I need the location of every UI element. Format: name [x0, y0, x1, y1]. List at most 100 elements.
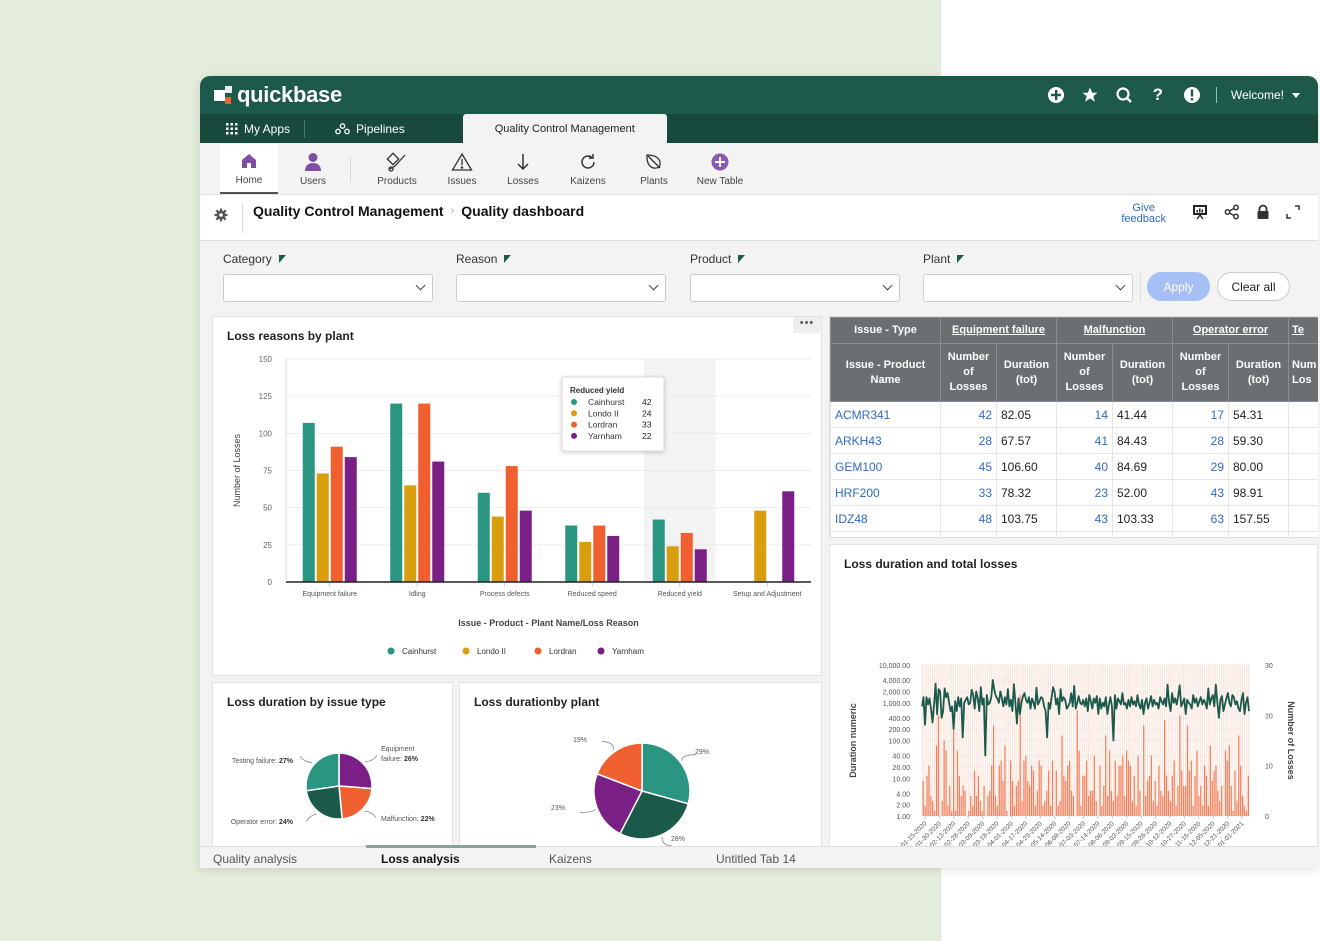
bar-background	[970, 665, 972, 816]
clear-all-button[interactable]: Clear all	[1217, 272, 1290, 301]
loss-bar	[1150, 755, 1153, 816]
star-icon[interactable]	[1080, 85, 1100, 105]
loss-bar	[968, 810, 970, 816]
loss-count-link[interactable]: 63	[1172, 505, 1229, 532]
table-issues[interactable]: Issues	[435, 144, 489, 194]
duration-cell: 82.05	[996, 401, 1057, 428]
tab-untitled-14[interactable]: Untitled Tab 14	[716, 852, 796, 866]
table-kaizens[interactable]: Kaizens	[557, 144, 619, 194]
quickbase-logo[interactable]: quickbase	[214, 82, 342, 108]
search-icon[interactable]	[1114, 85, 1134, 105]
loss-count-link[interactable]: 29	[1172, 453, 1229, 480]
user-menu[interactable]: Welcome!	[1231, 88, 1300, 102]
bar-background	[975, 665, 977, 816]
table-losses[interactable]: Losses	[489, 144, 557, 194]
column-header[interactable]: Number of Losses	[940, 343, 997, 402]
filter-bar: Category Reason Product Plant Apply Clea…	[200, 250, 1318, 312]
table-home[interactable]: Home	[220, 144, 278, 194]
apply-button[interactable]: Apply	[1147, 272, 1210, 301]
bar-background	[1006, 665, 1008, 816]
help-icon[interactable]: ?	[1148, 85, 1168, 105]
bar-londo-ii	[754, 510, 767, 582]
category-select[interactable]	[223, 274, 433, 302]
tab-kaizens[interactable]: Kaizens	[549, 852, 592, 866]
loss-bar	[1194, 775, 1196, 816]
product-name-link[interactable]: ARKH43	[830, 427, 941, 454]
bar-background	[972, 665, 974, 816]
alert-icon[interactable]	[1182, 85, 1202, 105]
column-group-malfunction[interactable]: Malfunction	[1056, 317, 1173, 344]
bar-background	[1008, 665, 1010, 816]
loss-count-link[interactable]: 33	[940, 479, 997, 506]
bar-background	[1106, 665, 1108, 816]
product-name-link[interactable]: IDZ48	[830, 505, 941, 532]
tab-loss-analysis[interactable]: Loss analysis	[381, 852, 460, 866]
y-tick-label: 4.00	[896, 791, 910, 798]
y-axis-label: Number of Losses	[232, 433, 242, 507]
slice-label: 23%	[551, 805, 565, 812]
loss-count-link[interactable]: 28	[940, 427, 997, 454]
loss-count-link[interactable]: 28	[1172, 427, 1229, 454]
loss-count-link[interactable]: 45	[940, 453, 997, 480]
filter-flag-icon	[738, 255, 746, 263]
loss-count-link[interactable]: 48	[940, 505, 997, 532]
loss-count-link[interactable]: 41	[1056, 427, 1113, 454]
leader-line	[601, 741, 615, 750]
column-header[interactable]: Number of Losses	[1172, 343, 1229, 402]
expand-icon[interactable]	[1286, 204, 1300, 224]
loss-count-link[interactable]: 43	[1056, 505, 1113, 532]
loss-count-link[interactable]: 40	[1056, 453, 1113, 480]
loss-count-link[interactable]: 14	[1056, 401, 1113, 428]
duration-cell: 67.57	[996, 427, 1057, 454]
product-name-link[interactable]: GEM100	[830, 453, 941, 480]
bar-background	[966, 665, 968, 816]
column-group-equipment-failure[interactable]: Equipment failure	[940, 317, 1057, 344]
loss-count-link[interactable]: 43	[1172, 479, 1229, 506]
column-header[interactable]: Num o Los	[1288, 343, 1318, 402]
loss-bar	[1086, 760, 1088, 816]
tab-active-app[interactable]: Quality Control Management	[462, 114, 667, 143]
column-header[interactable]: Duration (tot)	[996, 343, 1057, 402]
column-header[interactable]: Number of Losses	[1056, 343, 1113, 402]
product-name-link[interactable]: ACMR341	[830, 401, 941, 428]
loss-count-link[interactable]: 23	[1056, 479, 1113, 506]
pipelines-link[interactable]: Pipelines	[305, 114, 419, 143]
new-table-button[interactable]: New Table	[689, 144, 751, 194]
slice-label-text: failure:	[381, 756, 404, 763]
bar-background	[1097, 665, 1099, 816]
table-plants[interactable]: Plants	[619, 144, 689, 194]
loss-bar	[924, 805, 926, 816]
give-feedback-link[interactable]: Give feedback	[1121, 203, 1166, 225]
lock-icon[interactable]	[1256, 204, 1270, 225]
loss-bar	[949, 785, 951, 816]
bar-background	[951, 665, 953, 816]
add-icon[interactable]	[1046, 85, 1066, 105]
presentation-icon[interactable]	[1192, 204, 1208, 225]
loss-bar	[954, 810, 957, 816]
y-tick-label: 125	[259, 392, 273, 401]
share-icon[interactable]	[1224, 204, 1240, 225]
column-group-testing[interactable]: Te	[1288, 317, 1318, 344]
table-row	[830, 531, 1318, 537]
column-group-operator-error[interactable]: Operator error	[1171, 317, 1290, 344]
loss-count-link[interactable]: 17	[1172, 401, 1229, 428]
tab-quality-analysis[interactable]: Quality analysis	[213, 852, 297, 866]
bar-cainhurst	[565, 525, 578, 582]
product-select[interactable]	[690, 274, 900, 302]
duration-cell: 52.00	[1112, 479, 1173, 506]
table-products[interactable]: Products	[359, 144, 435, 194]
settings-gear-icon[interactable]	[214, 208, 228, 227]
my-apps-link[interactable]: My Apps	[212, 114, 304, 143]
cell	[1227, 531, 1290, 537]
column-header[interactable]: Duration (tot)	[1112, 343, 1173, 402]
table-users[interactable]: Users	[284, 144, 342, 194]
loss-bar	[1167, 790, 1170, 816]
breadcrumb-app[interactable]: Quality Control Management	[253, 203, 444, 219]
column-header[interactable]: Duration (tot)	[1227, 343, 1290, 402]
product-name-link[interactable]: HRF200	[830, 479, 941, 506]
tooltip-series: Lordran	[588, 420, 618, 430]
loss-count-link[interactable]: 42	[940, 401, 997, 428]
plant-select[interactable]	[923, 274, 1133, 302]
y-tick-label: 100	[259, 429, 273, 438]
reason-select[interactable]	[456, 274, 666, 302]
